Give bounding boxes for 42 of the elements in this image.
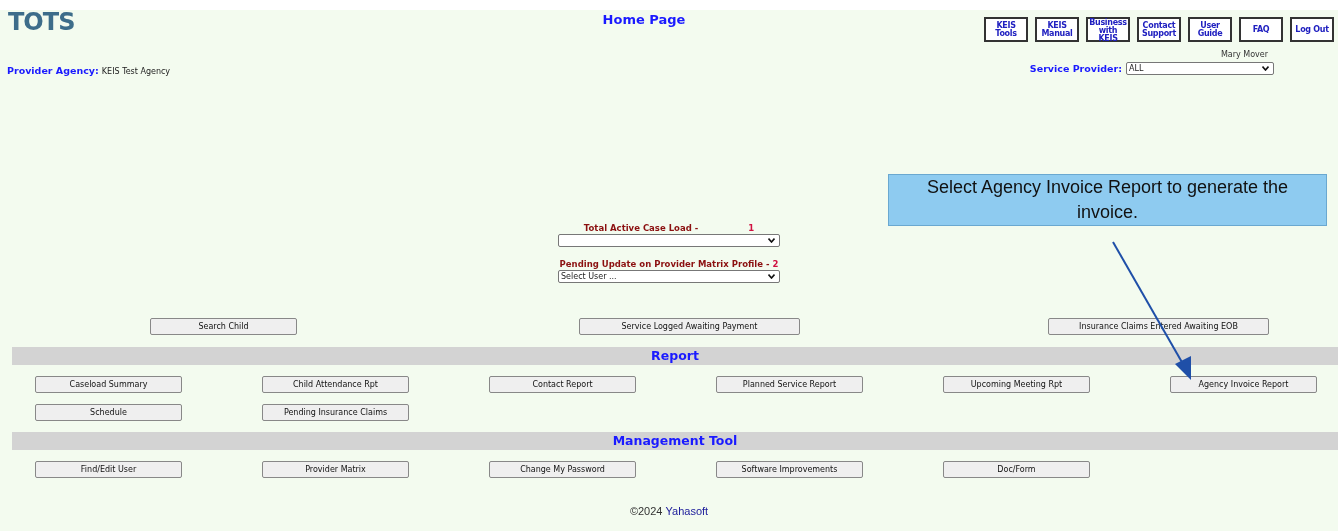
- chevron-down-icon: [768, 274, 775, 279]
- action-button[interactable]: Search Child: [150, 318, 297, 335]
- nav-button[interactable]: FAQ: [1239, 17, 1283, 42]
- callout: Select Agency Invoice Report to generate the invoice.: [888, 174, 1327, 226]
- report-button[interactable]: Caseload Summary: [35, 376, 182, 393]
- report-button[interactable]: Provider Matrix: [262, 461, 409, 478]
- nav-button[interactable]: KEIS Manual: [1035, 17, 1079, 42]
- section-header: Report: [12, 347, 1338, 365]
- section-header: Management Tool: [12, 432, 1338, 450]
- report-button[interactable]: Doc/Form: [943, 461, 1090, 478]
- nav-button[interactable]: User Guide: [1188, 17, 1232, 42]
- report-button[interactable]: Pending Insurance Claims: [262, 404, 409, 421]
- count: 2: [772, 259, 779, 269]
- nav-button[interactable]: KEIS Tools: [984, 17, 1028, 42]
- report-button[interactable]: Software Improvements: [716, 461, 863, 478]
- service-provider-dropdown[interactable]: ALL: [1126, 61, 1274, 75]
- footer-link[interactable]: Yahasoft: [665, 505, 709, 517]
- field-label: Total Active Case Load -: [583, 223, 699, 233]
- copyright: ©2024: [629, 505, 663, 517]
- chevron-down-icon: [1262, 65, 1269, 71]
- field-label: Provider Agency:: [7, 64, 99, 76]
- nav-button[interactable]: Contact Support: [1137, 17, 1181, 42]
- agency-name: KEIS Test Agency: [101, 66, 171, 76]
- user-name: Mary Mover: [1220, 50, 1268, 61]
- report-button[interactable]: Schedule: [35, 404, 182, 421]
- count: 1: [748, 223, 755, 233]
- report-button[interactable]: Contact Report: [489, 376, 636, 393]
- field-label: Service Provider:: [1029, 62, 1122, 74]
- report-button[interactable]: Planned Service Report: [716, 376, 863, 393]
- action-button[interactable]: Service Logged Awaiting Payment: [579, 318, 800, 335]
- report-button[interactable]: Child Attendance Rpt: [262, 376, 409, 393]
- logo: TOTS: [8, 10, 76, 34]
- field-label: Pending Update on Provider Matrix Profile -: [559, 259, 770, 269]
- report-button[interactable]: Change My Password: [489, 461, 636, 478]
- nav-button[interactable]: Log Out: [1290, 17, 1334, 42]
- report-button[interactable]: Find/Edit User: [35, 461, 182, 478]
- report-button[interactable]: Agency Invoice Report: [1170, 376, 1317, 393]
- report-button[interactable]: Upcoming Meeting Rpt: [943, 376, 1090, 393]
- case-load-dropdown[interactable]: [558, 234, 780, 247]
- page-title: Home Page: [601, 12, 687, 27]
- user-dropdown[interactable]: Select User ...: [558, 270, 780, 283]
- chevron-down-icon: [768, 238, 775, 243]
